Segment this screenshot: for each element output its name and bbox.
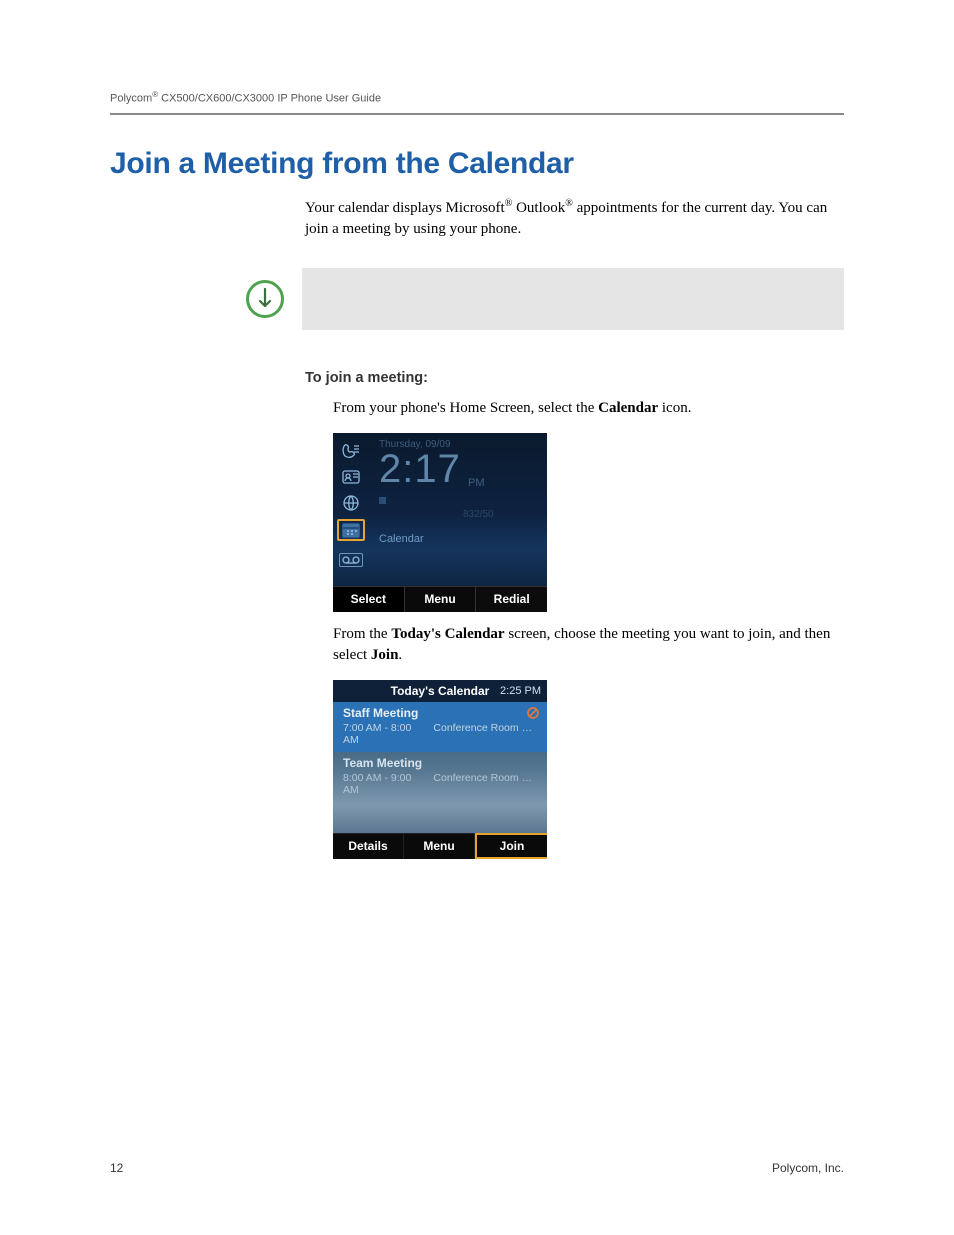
- softkey-select[interactable]: Select: [333, 586, 405, 612]
- header-rest: CX500/CX600/CX3000 IP Phone User Guide: [158, 93, 381, 105]
- step-1: From your phone's Home Screen, select th…: [333, 398, 844, 419]
- calendar-header-time: 2:25 PM: [500, 685, 541, 697]
- softkey-details[interactable]: Details: [333, 833, 404, 859]
- globe-icon[interactable]: [339, 493, 363, 513]
- softkey-menu[interactable]: Menu: [404, 833, 475, 859]
- meeting-item[interactable]: Team Meeting 8:00 AM - 9:00 AM Conferenc…: [333, 752, 547, 802]
- meeting-time: 7:00 AM - 8:00 AM: [343, 722, 425, 746]
- home-softkey-row: Select Menu Redial: [333, 586, 547, 612]
- home-small-text: 832/50: [463, 509, 494, 520]
- home-icon-column: [337, 435, 365, 567]
- meeting-room: Conference Room 50...: [433, 722, 537, 746]
- calendar-header-title: Today's Calendar: [391, 684, 490, 698]
- call-log-icon[interactable]: [339, 441, 363, 461]
- header-brand: Polycom: [110, 93, 152, 105]
- home-time: 2:17: [379, 447, 461, 492]
- tip-box: [302, 268, 844, 330]
- calendar-softkey-row: Details Menu Join: [333, 833, 547, 859]
- softkey-redial[interactable]: Redial: [476, 586, 547, 612]
- figure-home-screen: Thursday, 09/09 2:17 PM 832/50 Calendar …: [333, 433, 844, 612]
- contacts-icon[interactable]: [339, 467, 363, 487]
- decline-icon: [527, 707, 539, 719]
- footer-org: Polycom, Inc.: [772, 1161, 844, 1175]
- calendar-label: Calendar: [379, 533, 424, 545]
- voicemail-icon[interactable]: [339, 553, 363, 567]
- tip-icon: [246, 280, 284, 318]
- section-heading: Join a Meeting from the Calendar: [110, 147, 844, 181]
- tip-callout-row: [246, 268, 844, 330]
- calendar-header: Today's Calendar 2:25 PM: [333, 680, 547, 702]
- running-header: Polycom® CX500/CX600/CX3000 IP Phone Use…: [110, 90, 844, 115]
- page-number: 12: [110, 1161, 123, 1175]
- calendar-icon[interactable]: [337, 519, 365, 541]
- home-ampm: PM: [468, 477, 485, 489]
- presence-square: [379, 497, 386, 504]
- procedure-heading: To join a meeting:: [305, 370, 844, 386]
- softkey-join[interactable]: Join: [475, 833, 547, 859]
- meeting-time: 8:00 AM - 9:00 AM: [343, 772, 425, 796]
- softkey-menu[interactable]: Menu: [405, 586, 477, 612]
- intro-paragraph: Your calendar displays Microsoft® Outloo…: [305, 197, 844, 240]
- figure-todays-calendar: Today's Calendar 2:25 PM Staff Meeting 7…: [333, 680, 844, 859]
- meeting-title: Staff Meeting: [343, 706, 537, 720]
- page-footer: 12 Polycom, Inc.: [110, 1161, 844, 1175]
- meeting-room: Conference Room 35...: [433, 772, 537, 796]
- meeting-title: Team Meeting: [343, 756, 537, 770]
- step-2: From the Today's Calendar screen, choose…: [333, 624, 844, 666]
- meeting-item-selected[interactable]: Staff Meeting 7:00 AM - 8:00 AM Conferen…: [333, 702, 547, 752]
